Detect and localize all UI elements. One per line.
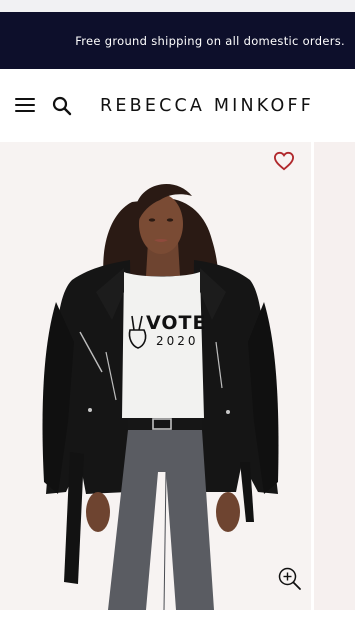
- heart-icon[interactable]: [273, 151, 295, 171]
- search-icon[interactable]: [52, 96, 72, 116]
- product-image-carousel[interactable]: VOTE 2020: [0, 142, 355, 610]
- product-image[interactable]: VOTE 2020: [0, 142, 311, 610]
- top-strip: [0, 0, 355, 12]
- site-header: REBECCA MINKOFF: [0, 69, 355, 142]
- promo-text: Free ground shipping on all domestic ord…: [75, 33, 345, 48]
- shirt-print-vote: VOTE: [146, 312, 207, 334]
- brand-logo[interactable]: REBECCA MINKOFF: [100, 94, 314, 118]
- model-photo: [42, 183, 279, 610]
- promo-banner: Free ground shipping on all domestic ord…: [0, 12, 355, 69]
- hamburger-menu-icon[interactable]: [15, 98, 35, 113]
- shirt-print-year: 2020: [156, 334, 199, 348]
- next-product-image-peek[interactable]: [314, 142, 355, 610]
- zoom-in-icon[interactable]: [277, 566, 302, 591]
- page-bottom: [0, 610, 355, 640]
